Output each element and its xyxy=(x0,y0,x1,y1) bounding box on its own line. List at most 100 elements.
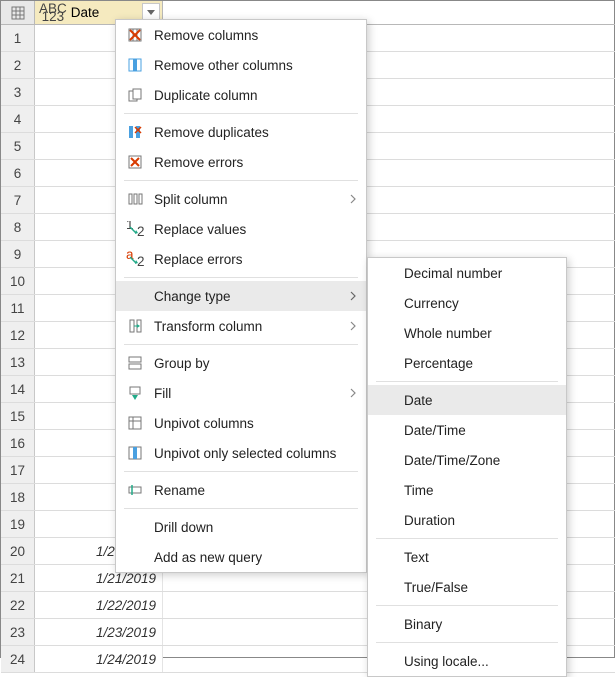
menu-item-label: Fill xyxy=(154,386,350,401)
menu-rename[interactable]: Rename xyxy=(116,475,366,505)
menu-separator xyxy=(124,277,358,278)
type-duration[interactable]: Duration xyxy=(368,505,566,535)
row-number[interactable]: 6 xyxy=(1,160,35,186)
menu-replace-values[interactable]: 12 Replace values xyxy=(116,214,366,244)
type-binary[interactable]: Binary xyxy=(368,609,566,639)
row-number[interactable]: 16 xyxy=(1,430,35,456)
table-icon xyxy=(11,6,25,20)
type-date-time[interactable]: Date/Time xyxy=(368,415,566,445)
row-number[interactable]: 15 xyxy=(1,403,35,429)
row-number[interactable]: 12 xyxy=(1,322,35,348)
menu-item-label: Change type xyxy=(154,289,350,304)
menu-item-label: Remove other columns xyxy=(154,58,356,73)
type-decimal-number[interactable]: Decimal number xyxy=(368,258,566,288)
menu-item-label: Remove errors xyxy=(154,155,356,170)
cell-date[interactable]: 1/23/2019 xyxy=(35,619,163,645)
menu-item-label: Date/Time/Zone xyxy=(404,453,556,468)
menu-item-label: Replace errors xyxy=(154,252,356,267)
chevron-right-icon xyxy=(350,194,356,204)
menu-duplicate-column[interactable]: Duplicate column xyxy=(116,80,366,110)
chevron-right-icon xyxy=(350,291,356,301)
type-time[interactable]: Time xyxy=(368,475,566,505)
menu-separator xyxy=(124,344,358,345)
menu-unpivot-columns[interactable]: Unpivot columns xyxy=(116,408,366,438)
menu-item-label: Replace values xyxy=(154,222,356,237)
menu-separator xyxy=(124,180,358,181)
row-number[interactable]: 11 xyxy=(1,295,35,321)
menu-item-label: True/False xyxy=(404,580,556,595)
menu-separator xyxy=(376,642,558,643)
select-all-corner[interactable] xyxy=(1,1,35,24)
row-number[interactable]: 1 xyxy=(1,25,35,51)
menu-remove-columns[interactable]: Remove columns xyxy=(116,20,366,50)
row-number[interactable]: 19 xyxy=(1,511,35,537)
menu-drill-down[interactable]: Drill down xyxy=(116,512,366,542)
row-number[interactable]: 22 xyxy=(1,592,35,618)
menu-separator xyxy=(376,538,558,539)
type-true-false[interactable]: True/False xyxy=(368,572,566,602)
row-number[interactable]: 2 xyxy=(1,52,35,78)
menu-item-label: Percentage xyxy=(404,356,556,371)
menu-replace-errors[interactable]: a2 Replace errors xyxy=(116,244,366,274)
column-context-menu: Remove columns Remove other columns Dupl… xyxy=(115,19,367,573)
menu-item-label: Currency xyxy=(404,296,556,311)
row-number[interactable]: 13 xyxy=(1,349,35,375)
chevron-right-icon xyxy=(350,321,356,331)
remove-duplicates-icon xyxy=(124,121,146,143)
cell-date[interactable]: 1/24/2019 xyxy=(35,646,163,672)
menu-item-label: Whole number xyxy=(404,326,556,341)
menu-item-label: Unpivot columns xyxy=(154,416,356,431)
row-number[interactable]: 7 xyxy=(1,187,35,213)
menu-item-label: Remove duplicates xyxy=(154,125,356,140)
menu-separator xyxy=(124,508,358,509)
row-number[interactable]: 4 xyxy=(1,106,35,132)
type-date[interactable]: Date xyxy=(368,385,566,415)
menu-remove-duplicates[interactable]: Remove duplicates xyxy=(116,117,366,147)
row-number[interactable]: 21 xyxy=(1,565,35,591)
menu-item-label: Unpivot only selected columns xyxy=(154,446,356,461)
row-number[interactable]: 18 xyxy=(1,484,35,510)
unpivot-selected-icon xyxy=(124,442,146,464)
row-number[interactable]: 9 xyxy=(1,241,35,267)
row-number[interactable]: 24 xyxy=(1,646,35,672)
type-percentage[interactable]: Percentage xyxy=(368,348,566,378)
menu-separator xyxy=(124,471,358,472)
menu-remove-errors[interactable]: Remove errors xyxy=(116,147,366,177)
menu-split-column[interactable]: Split column xyxy=(116,184,366,214)
row-number[interactable]: 3 xyxy=(1,79,35,105)
menu-transform-column[interactable]: Transform column xyxy=(116,311,366,341)
row-number[interactable]: 20 xyxy=(1,538,35,564)
transform-icon xyxy=(124,315,146,337)
menu-separator xyxy=(124,113,358,114)
cell-date[interactable]: 1/22/2019 xyxy=(35,592,163,618)
row-number[interactable]: 23 xyxy=(1,619,35,645)
row-number[interactable]: 10 xyxy=(1,268,35,294)
menu-group-by[interactable]: Group by xyxy=(116,348,366,378)
menu-item-label: Date/Time xyxy=(404,423,556,438)
change-type-submenu: Decimal number Currency Whole number Per… xyxy=(367,257,567,677)
menu-add-as-new-query[interactable]: Add as new query xyxy=(116,542,366,572)
fill-icon xyxy=(124,382,146,404)
type-currency[interactable]: Currency xyxy=(368,288,566,318)
menu-item-label: Date xyxy=(404,393,556,408)
row-number[interactable]: 5 xyxy=(1,133,35,159)
type-text[interactable]: Text xyxy=(368,542,566,572)
svg-text:2: 2 xyxy=(137,224,144,237)
row-number[interactable]: 14 xyxy=(1,376,35,402)
menu-fill[interactable]: Fill xyxy=(116,378,366,408)
menu-unpivot-only-selected[interactable]: Unpivot only selected columns xyxy=(116,438,366,468)
type-date-time-zone[interactable]: Date/Time/Zone xyxy=(368,445,566,475)
menu-remove-other-columns[interactable]: Remove other columns xyxy=(116,50,366,80)
row-number[interactable]: 17 xyxy=(1,457,35,483)
type-whole-number[interactable]: Whole number xyxy=(368,318,566,348)
group-by-icon xyxy=(124,352,146,374)
row-number[interactable]: 8 xyxy=(1,214,35,240)
column-label: Date xyxy=(71,5,100,20)
menu-item-label: Split column xyxy=(154,192,350,207)
menu-change-type[interactable]: Change type xyxy=(116,281,366,311)
split-column-icon xyxy=(124,188,146,210)
type-using-locale[interactable]: Using locale... xyxy=(368,646,566,676)
menu-item-label: Group by xyxy=(154,356,356,371)
menu-item-label: Binary xyxy=(404,617,556,632)
remove-other-columns-icon xyxy=(124,54,146,76)
